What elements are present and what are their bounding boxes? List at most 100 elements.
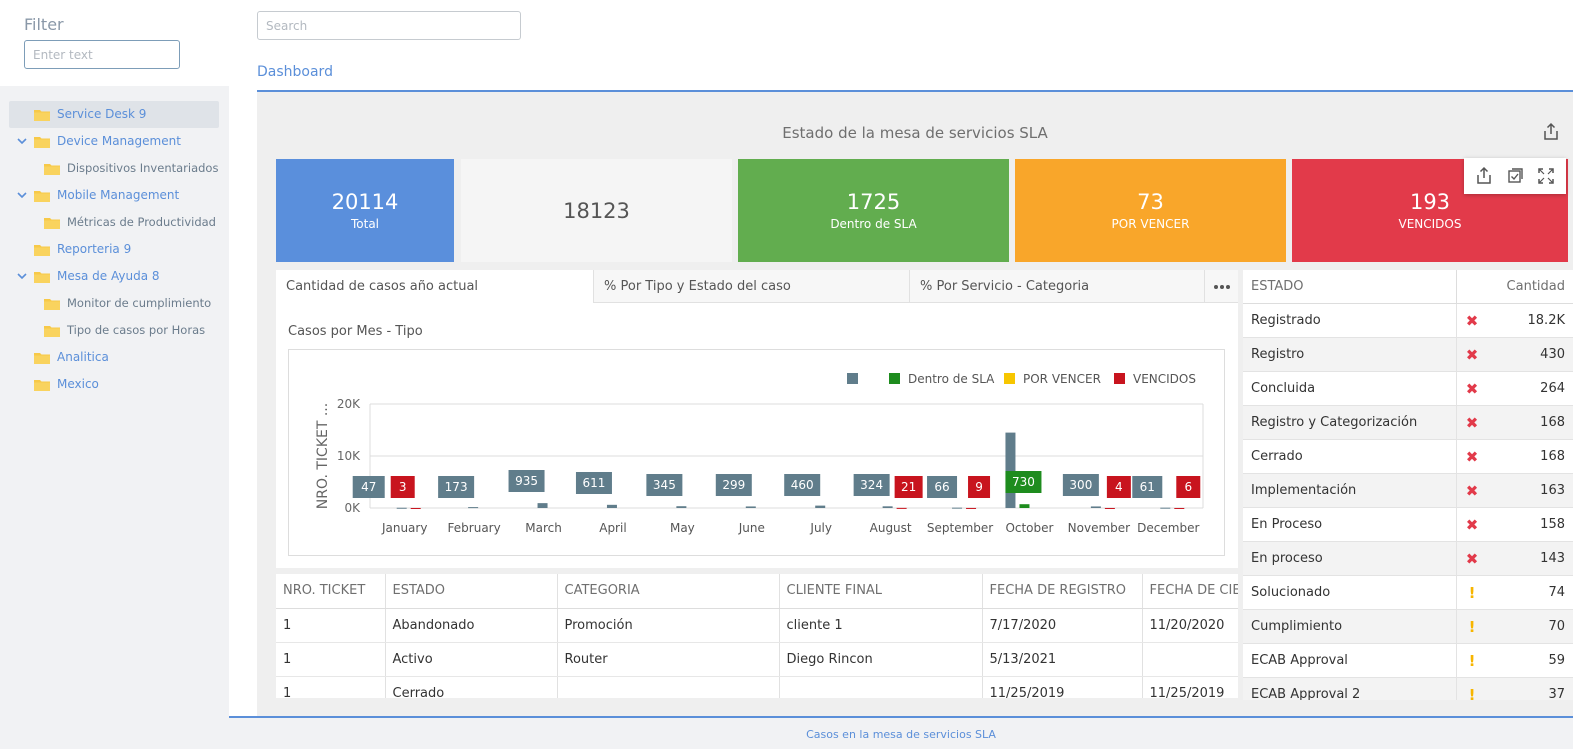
status-count: 18.2K — [1527, 313, 1565, 328]
table-cell: 1 — [276, 608, 386, 643]
status-name: En proceso — [1251, 551, 1323, 566]
table-cell: Abandonado — [385, 608, 558, 643]
bar-chart: 0K 10K 20K NRO. TICKET ... Dentro de SLA POR … — [315, 372, 1204, 535]
tree-item-reporteria-9[interactable]: Reporteria 9 — [9, 236, 219, 263]
export-icon[interactable] — [1541, 122, 1561, 142]
footer-label[interactable]: Casos en la mesa de servicios SLA — [229, 728, 1573, 741]
column-header-estado[interactable]: ESTADO — [1251, 279, 1304, 294]
status-name: Registro y Categorización — [1251, 415, 1418, 430]
card-dentro-sla[interactable]: 1725 Dentro de SLA — [738, 159, 1009, 262]
tree-item-mobile-management[interactable]: Mobile Management — [9, 182, 219, 209]
tree-item-monitor-de-cumplimiento[interactable]: Monitor de cumplimiento — [9, 290, 219, 317]
folder-icon — [34, 352, 50, 364]
status-row[interactable]: Concluida ✖ 264 — [1243, 372, 1573, 406]
column-header-nro-ticket[interactable]: NRO. TICKET — [276, 574, 386, 609]
tab-por-servicio-categoria[interactable]: % Por Servicio - Categoria — [910, 270, 1205, 303]
status-count: 37 — [1548, 687, 1565, 700]
data-label: 66 — [934, 480, 949, 494]
column-header-categoria[interactable]: CATEGORIA — [557, 574, 780, 609]
tab-por-tipo-estado[interactable]: % Por Tipo y Estado del caso — [594, 270, 910, 303]
status-count: 168 — [1540, 449, 1565, 464]
x-tick-label: March — [525, 521, 562, 535]
status-row[interactable]: En proceso ✖ 143 — [1243, 542, 1573, 576]
column-header-cliente-final[interactable]: CLIENTE FINAL — [779, 574, 983, 609]
chevron-down-icon[interactable] — [17, 136, 27, 146]
chevron-down-icon[interactable] — [17, 190, 27, 200]
bar — [882, 506, 893, 508]
status-row[interactable]: Registrado ✖ 18.2K — [1243, 304, 1573, 338]
table-cell: Router — [557, 642, 780, 677]
tree-item-dispositivos-inventariados[interactable]: Dispositivos Inventariados — [9, 155, 219, 182]
folder-icon — [34, 271, 50, 283]
status-row[interactable]: En Proceso ✖ 158 — [1243, 508, 1573, 542]
bar — [676, 506, 687, 508]
column-header-cantidad[interactable]: Cantidad — [1507, 279, 1565, 294]
card-total-value: 20114 — [331, 190, 399, 214]
folder-icon — [34, 190, 50, 202]
column-divider — [1456, 440, 1457, 474]
filter-input[interactable] — [24, 40, 180, 69]
column-divider — [1456, 406, 1457, 440]
tree-item-mesa-de-ayuda-8[interactable]: Mesa de Ayuda 8 — [9, 263, 219, 290]
card-total[interactable]: 20114 Total — [276, 159, 454, 262]
status-row[interactable]: Registro y Categorización ✖ 168 — [1243, 406, 1573, 440]
card-summary[interactable]: 18123 — [461, 159, 732, 262]
status-row[interactable]: Implementación ✖ 163 — [1243, 474, 1573, 508]
x-tick-label: February — [448, 521, 501, 535]
export-icon[interactable] — [1474, 166, 1494, 186]
chevron-down-icon[interactable] — [17, 271, 27, 281]
column-header-estado[interactable]: ESTADO — [385, 574, 558, 609]
dashboard-tree: Service Desk 9 Device Management Dispositi… — [9, 101, 219, 398]
tree-item-service-desk-9[interactable]: Service Desk 9 — [9, 101, 219, 128]
bar — [537, 503, 548, 508]
more-icon[interactable] — [1205, 270, 1238, 303]
chart-panel: Cantidad de casos año actual % Por Tipo … — [276, 270, 1238, 568]
status-name: Implementación — [1251, 483, 1357, 498]
status-row[interactable]: Registro ✖ 430 — [1243, 338, 1573, 372]
tree-item-mexico[interactable]: Mexico — [9, 371, 219, 398]
red-x-icon: ✖ — [1465, 482, 1479, 500]
tree-item-label: Mesa de Ayuda 8 — [57, 269, 160, 283]
status-row[interactable]: ECAB Approval 2! 37 — [1243, 678, 1573, 700]
status-row[interactable]: ECAB Approval! 59 — [1243, 644, 1573, 678]
tree-item-device-management[interactable]: Device Management — [9, 128, 219, 155]
red-x-icon: ✖ — [1465, 414, 1479, 432]
column-header-fecha-de-cierre[interactable]: FECHA DE CIERRE — [1142, 574, 1238, 609]
bar — [606, 504, 617, 508]
table-row[interactable]: 1 Cerrado 11/25/2019 11/25/2019 — [276, 676, 1238, 698]
tab-cantidad-casos[interactable]: Cantidad de casos año actual — [276, 270, 594, 303]
tab-dashboard[interactable]: Dashboard — [257, 64, 333, 80]
status-count: 74 — [1548, 585, 1565, 600]
x-tick-label: August — [870, 521, 912, 535]
card-por-vencer[interactable]: 73 POR VENCER — [1015, 159, 1286, 262]
red-x-icon: ✖ — [1465, 448, 1479, 466]
status-table: ESTADO Cantidad Registrado ✖ 18.2K Registro… — [1243, 270, 1573, 700]
column-header-fecha-de-registro[interactable]: FECHA DE REGISTRO — [982, 574, 1143, 609]
folder-icon — [44, 298, 60, 310]
status-row[interactable]: Cumplimiento! 70 — [1243, 610, 1573, 644]
table-cell — [779, 676, 983, 698]
tree-item-metricas-de-productividad[interactable]: Métricas de Productividad — [9, 209, 219, 236]
table-row[interactable]: 1 Activo Router Diego Rincon 5/13/2021 — [276, 642, 1238, 677]
bar — [966, 507, 977, 509]
bar — [745, 506, 756, 508]
y-tick-label: 10K — [337, 449, 361, 463]
dashboard-title: Estado de la mesa de servicios SLA — [782, 124, 1048, 142]
bar — [1090, 506, 1101, 508]
status-row[interactable]: Solucionado! 74 — [1243, 576, 1573, 610]
status-row[interactable]: Cerrado ✖ 168 — [1243, 440, 1573, 474]
folder-icon — [44, 217, 60, 229]
search-input[interactable] — [257, 11, 521, 40]
table-row[interactable]: 1 Abandonado Promoción cliente 1 7/17/2020 11… — [276, 608, 1238, 643]
tree-item-tipo-de-casos-por-horas[interactable]: Tipo de casos por Horas — [9, 317, 219, 344]
tree-item-analitica[interactable]: Analitica — [9, 344, 219, 371]
bar — [396, 507, 407, 509]
fullscreen-icon[interactable] — [1536, 166, 1556, 186]
multiselect-icon[interactable] — [1505, 166, 1525, 186]
status-count: 143 — [1540, 551, 1565, 566]
legend-swatch — [847, 373, 858, 384]
x-tick-label: June — [738, 521, 765, 535]
data-label: 21 — [901, 480, 916, 494]
folder-icon — [34, 136, 50, 148]
card-por-vencer-label: POR VENCER — [1111, 217, 1190, 231]
